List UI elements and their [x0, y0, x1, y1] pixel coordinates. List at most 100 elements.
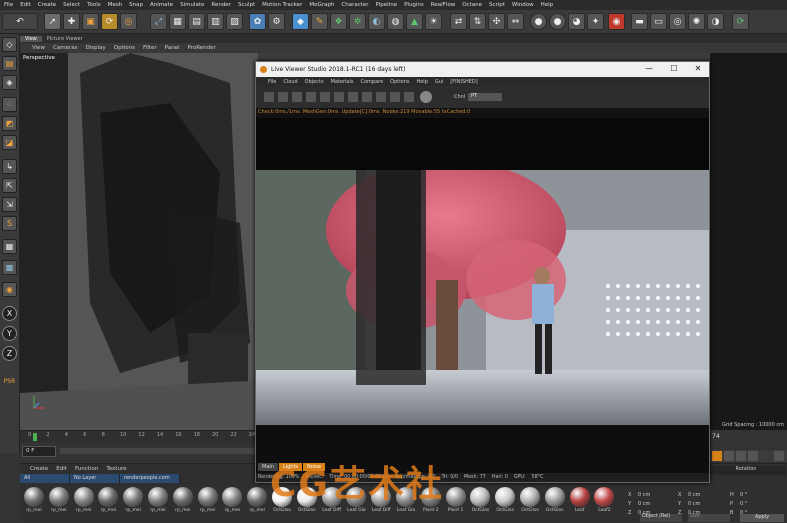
polygons-mode-icon[interactable]: ◪	[2, 135, 17, 150]
snap-icon[interactable]: ⇄	[450, 13, 467, 30]
live-viewer-menu-item[interactable]: [FINISHED]	[450, 79, 477, 85]
coord-h-value[interactable]: 0 °	[740, 492, 747, 498]
material-swatch[interactable]: rp_mei	[197, 486, 219, 522]
cube-icon[interactable]: ◆	[292, 13, 309, 30]
target-icon[interactable]: ◎	[669, 13, 686, 30]
send-scene-icon[interactable]	[264, 92, 274, 102]
z-lock-icon[interactable]: Z	[2, 346, 17, 361]
coord-y-value[interactable]: 0 cm	[638, 501, 650, 507]
solo-mode-icon[interactable]: ◉	[2, 282, 17, 297]
rotate-tool-icon[interactable]: ⟳	[101, 13, 118, 30]
frame-field[interactable]: 0 F	[22, 446, 56, 457]
live-viewer-menu-item[interactable]: Cloud	[283, 79, 297, 85]
material-swatch[interactable]: Plant 1	[445, 486, 467, 522]
render-sphere-icon[interactable]	[420, 91, 432, 103]
coord-mode-select[interactable]: Object (Rel)	[640, 514, 682, 522]
tab-picture-viewer[interactable]: Picture Viewer	[42, 36, 88, 42]
material-swatch[interactable]: rp_mei	[221, 486, 243, 522]
stop-icon[interactable]	[292, 92, 302, 102]
lock-mode-icon[interactable]: ▦	[2, 239, 17, 254]
layout-menu-button[interactable]	[774, 451, 784, 461]
restart-icon[interactable]	[306, 92, 316, 102]
field-icon[interactable]: ◍	[387, 13, 404, 30]
menu-edit[interactable]: Edit	[20, 2, 31, 8]
pause-icon[interactable]	[320, 92, 330, 102]
viewport-menu-panel[interactable]: Panel	[165, 45, 180, 51]
material-swatch[interactable]: Leaf2	[593, 486, 615, 522]
play-button[interactable]	[712, 451, 722, 461]
edit-render-icon[interactable]: ▧	[226, 13, 243, 30]
material-swatch[interactable]: OctGlos	[544, 486, 566, 522]
menu-tools[interactable]: Tools	[87, 2, 101, 8]
live-viewer-menu-item[interactable]: Objects	[305, 79, 324, 85]
undo-button[interactable]: ↶	[2, 13, 38, 30]
live-viewer-menu-item[interactable]: Options	[390, 79, 409, 85]
pen-icon[interactable]: ✎	[311, 13, 328, 30]
menu-simulate[interactable]: Simulate	[180, 2, 204, 8]
menu-create[interactable]: Create	[38, 2, 56, 8]
live-viewer-menu-item[interactable]: Gui	[435, 79, 443, 85]
viewport-menu-options[interactable]: Options	[114, 45, 135, 51]
viewport-menu-display[interactable]: Display	[86, 45, 106, 51]
material-swatch[interactable]: OctGlas	[469, 486, 491, 522]
menu-mesh[interactable]: Mesh	[108, 2, 122, 8]
material-swatch[interactable]: rp_mei	[48, 486, 70, 522]
coord-x2-value[interactable]: 0 cm	[688, 492, 700, 498]
x-lock-icon[interactable]: X	[2, 306, 17, 321]
menu-octane[interactable]: Octane	[462, 2, 482, 8]
edges-mode-icon[interactable]: ◩	[2, 116, 17, 131]
pick-focus-icon[interactable]	[362, 92, 372, 102]
material-swatch[interactable]: rp_mei	[73, 486, 95, 522]
display-icon[interactable]: ▭	[650, 13, 667, 30]
workplane-icon[interactable]: ⇅	[469, 13, 486, 30]
render-image[interactable]	[256, 170, 709, 425]
workplane-mode-icon[interactable]: ◈	[2, 75, 17, 90]
axis-mode-icon[interactable]: ↳	[2, 159, 17, 174]
material-swatch[interactable]: rp_mei	[122, 486, 144, 522]
material-swatch[interactable]: OctGlos	[519, 486, 541, 522]
region-icon[interactable]	[334, 92, 344, 102]
subdivision-icon[interactable]: ❖	[330, 13, 347, 30]
toggle-icon[interactable]: ▬	[631, 13, 648, 30]
viewport-menu-view[interactable]: View	[32, 45, 45, 51]
channel-select[interactable]: PT	[468, 93, 502, 101]
tab-view[interactable]: View	[20, 35, 42, 42]
live-viewer-menu-item[interactable]: File	[268, 79, 276, 85]
sphere-icon[interactable]: ●	[530, 13, 547, 30]
render-view-icon[interactable]: ▦	[169, 13, 186, 30]
menu-render[interactable]: Render	[211, 2, 231, 8]
material-swatch[interactable]: Leaf	[569, 486, 591, 522]
sculpt-mode-icon[interactable]: S	[2, 216, 17, 231]
key-button[interactable]	[724, 451, 734, 461]
menu-select[interactable]: Select	[63, 2, 80, 8]
points-mode-icon[interactable]: ⁘	[2, 97, 17, 112]
menu-help[interactable]: Help	[541, 2, 554, 8]
environment-icon[interactable]: ✦	[587, 13, 604, 30]
viewport-menu-cameras[interactable]: Cameras	[53, 45, 77, 51]
material-swatch[interactable]: rp_mei	[246, 486, 268, 522]
octane-icon[interactable]: ✿	[249, 13, 266, 30]
gear-icon[interactable]: ⚙	[268, 13, 285, 30]
y-lock-icon[interactable]: Y	[2, 326, 17, 341]
viewport-menu-filter[interactable]: Filter	[143, 45, 157, 51]
menu-pipeline[interactable]: Pipeline	[376, 2, 398, 8]
pick-object-icon[interactable]	[404, 92, 414, 102]
record-icon[interactable]: ◉	[608, 13, 625, 30]
motion-button[interactable]	[748, 451, 758, 461]
material-swatch[interactable]: rp_mei	[23, 486, 45, 522]
menu-plugins[interactable]: Plugins	[404, 2, 424, 8]
menu-mograph[interactable]: MoGraph	[309, 2, 334, 8]
live-viewer-menu-item[interactable]: Compare	[360, 79, 383, 85]
scene-icon[interactable]: ▲	[406, 13, 423, 30]
menu-window[interactable]: Window	[512, 2, 534, 8]
snap-mode-icon[interactable]: ⇲	[2, 197, 17, 212]
coord-y2-value[interactable]: 0 cm	[688, 501, 700, 507]
live-viewer-menu-item[interactable]: Materials	[331, 79, 354, 85]
aperture-icon[interactable]: ✺	[688, 13, 705, 30]
lock-icon[interactable]	[348, 92, 358, 102]
menu-snap[interactable]: Snap	[129, 2, 143, 8]
material-swatch[interactable]: rp_mei	[97, 486, 119, 522]
live-viewer-menu-item[interactable]: Help	[416, 79, 427, 85]
material-swatch[interactable]: rp_mei	[172, 486, 194, 522]
tweak-mode-icon[interactable]: ⇱	[2, 178, 17, 193]
